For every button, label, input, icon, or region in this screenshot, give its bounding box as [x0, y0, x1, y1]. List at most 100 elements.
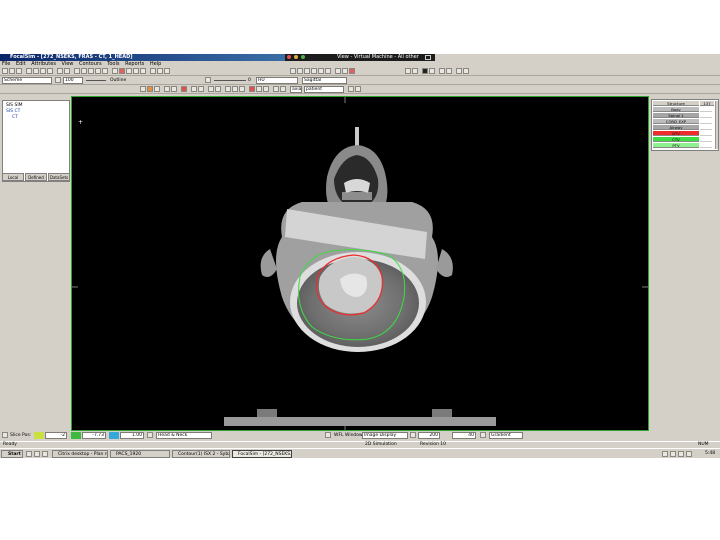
quicklaunch-icon[interactable]	[26, 451, 32, 457]
brush-icon[interactable]	[311, 68, 317, 74]
settings-icon[interactable]	[157, 68, 163, 74]
copy-icon[interactable]	[40, 68, 46, 74]
move-icon[interactable]	[198, 86, 204, 92]
tree-item[interactable]: CT	[12, 115, 18, 120]
zoom-in-icon[interactable]	[74, 68, 80, 74]
pencil-icon[interactable]	[147, 86, 153, 92]
structure-visibility-cell[interactable]	[700, 107, 712, 112]
coronal-icon[interactable]	[239, 86, 245, 92]
window-preset-select[interactable]: Head & Neck	[156, 432, 212, 439]
tab-defined[interactable]: Defined	[25, 173, 47, 181]
level-icon[interactable]	[205, 77, 211, 83]
wl-icon[interactable]	[325, 432, 331, 438]
fill-icon[interactable]	[325, 68, 331, 74]
maximize-dot-icon[interactable]	[301, 55, 305, 59]
ct-image-viewport[interactable]: +	[71, 96, 649, 431]
measure-icon[interactable]	[102, 68, 108, 74]
save-icon[interactable]	[16, 68, 22, 74]
pause-icon[interactable]	[422, 68, 428, 74]
structure-row[interactable]: Airway	[653, 125, 699, 130]
structure-row[interactable]: PTV	[653, 143, 699, 148]
structure-visibility-cell[interactable]	[700, 113, 712, 118]
units-select[interactable]: HU	[256, 77, 298, 84]
slice-1-field[interactable]: -2	[45, 432, 67, 439]
width-icon[interactable]	[410, 432, 416, 438]
cut-icon[interactable]	[33, 68, 39, 74]
scheme-select[interactable]: Scheme	[2, 77, 52, 84]
grid-icon[interactable]	[126, 68, 132, 74]
task-citrix[interactable]: Citrix desktop - Plan review	[52, 450, 108, 458]
structure-row[interactable]: Spinal 1	[653, 113, 699, 118]
tree-item[interactable]: SIS SIM	[6, 103, 23, 108]
level-slider[interactable]	[214, 80, 246, 81]
level-1-field[interactable]: 200	[418, 432, 440, 439]
tray-icon[interactable]	[670, 451, 676, 457]
boolean-icon[interactable]	[208, 86, 214, 92]
tab-local[interactable]: Local	[2, 173, 24, 181]
vm-close-icon[interactable]	[425, 55, 431, 60]
unlink-icon[interactable]	[463, 68, 469, 74]
orientation-alt-select[interactable]: patient	[304, 86, 344, 93]
margin-icon[interactable]	[171, 86, 177, 92]
ruler-icon[interactable]	[133, 68, 139, 74]
axial-icon[interactable]	[225, 86, 231, 92]
target-icon[interactable]	[355, 86, 361, 92]
task-focalsim[interactable]: FocalSim - [272_NSEKS...	[232, 450, 292, 458]
close-dot-icon[interactable]	[287, 55, 291, 59]
undo-icon[interactable]	[57, 68, 63, 74]
gradient-icon[interactable]	[480, 432, 486, 438]
smooth-icon[interactable]	[215, 86, 221, 92]
tab-datasets[interactable]: DataSets	[48, 173, 70, 181]
arrow-icon[interactable]	[297, 68, 303, 74]
lasso-icon[interactable]	[304, 68, 310, 74]
pan-icon[interactable]	[88, 68, 94, 74]
reload-icon[interactable]	[348, 86, 354, 92]
task-contour[interactable]: Contour(1) ISX 2 - Sybase	[172, 450, 230, 458]
hand-icon[interactable]	[290, 68, 296, 74]
rotate-icon[interactable]	[95, 68, 101, 74]
print-icon[interactable]	[26, 68, 32, 74]
snapshot-icon[interactable]	[439, 68, 445, 74]
copy-contour-icon[interactable]	[191, 86, 197, 92]
field-icon[interactable]	[263, 86, 269, 92]
paste-icon[interactable]	[47, 68, 53, 74]
zoom-field[interactable]: 1.00	[120, 432, 144, 439]
level-2-field[interactable]: 40	[452, 432, 476, 439]
tree-item[interactable]: SIS CT	[6, 109, 20, 114]
tray-icon[interactable]	[678, 451, 684, 457]
beam-icon[interactable]	[256, 86, 262, 92]
structure-visibility-cell[interactable]	[700, 143, 712, 148]
structure-row[interactable]: GTV	[653, 131, 699, 136]
slice-2-field[interactable]: -7.73	[82, 432, 106, 439]
interp-icon[interactable]	[164, 86, 170, 92]
gradient-select[interactable]: Gradient	[489, 432, 523, 439]
structure-visibility-cell[interactable]	[700, 125, 712, 130]
structure-row[interactable]: CORD_EXP	[653, 119, 699, 124]
tray-icon[interactable]	[662, 451, 668, 457]
orientation-select[interactable]: axial	[290, 86, 302, 93]
contour-icon[interactable]	[119, 68, 125, 74]
delete-icon[interactable]	[181, 86, 187, 92]
start-button[interactable]: Start	[1, 450, 23, 458]
structure-visibility-cell[interactable]	[700, 137, 712, 142]
structure-visibility-cell[interactable]	[700, 131, 712, 136]
help-icon[interactable]	[140, 68, 146, 74]
zoom-out-icon[interactable]	[81, 68, 87, 74]
quicklaunch-icon[interactable]	[34, 451, 40, 457]
eraser-icon[interactable]	[318, 68, 324, 74]
new-icon[interactable]	[2, 68, 8, 74]
fit-icon[interactable]	[147, 432, 153, 438]
step-icon[interactable]	[429, 68, 435, 74]
redo-icon[interactable]	[64, 68, 70, 74]
task-pacs[interactable]: PACS_1920	[110, 450, 170, 458]
link-icon[interactable]	[456, 68, 462, 74]
select-icon[interactable]	[154, 86, 160, 92]
scroll-icon[interactable]	[2, 432, 8, 438]
display-select[interactable]: Image Display	[362, 432, 408, 439]
structure-scrollbar[interactable]	[715, 101, 718, 149]
reset-icon[interactable]	[446, 68, 452, 74]
sagittal-icon[interactable]	[232, 86, 238, 92]
draw-icon[interactable]	[140, 86, 146, 92]
iso-icon[interactable]	[280, 86, 286, 92]
structure-visibility-cell[interactable]	[700, 119, 712, 124]
